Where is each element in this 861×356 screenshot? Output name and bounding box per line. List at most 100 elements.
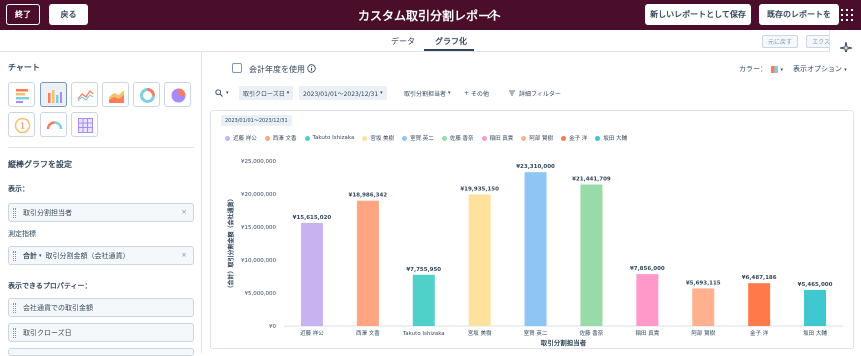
- chart-type-horizontal-bar[interactable]: [8, 82, 35, 107]
- bar-value-label: ¥19,935,150: [460, 186, 499, 192]
- legend-item[interactable]: Takuto Ishizaka: [304, 133, 354, 143]
- legend-item[interactable]: 佐藤 香奈: [441, 133, 474, 143]
- config-title: 縦棒グラフを設定: [8, 160, 72, 169]
- main-panel: 会計年度を使用 カラー： ▾ 表示オプション ▾ ▾ 取引クローズ日 ▾ 202…: [203, 52, 861, 353]
- fiscal-year-checkbox[interactable]: [232, 63, 242, 73]
- bar[interactable]: [468, 194, 491, 326]
- save-as-new-button[interactable]: 新しいレポートとして保存: [645, 4, 751, 25]
- legend-swatch: [521, 135, 527, 141]
- legend-item[interactable]: 室賀 英二: [402, 133, 434, 143]
- legend-label: 近藤 祥公: [233, 136, 257, 142]
- chart-type-line[interactable]: [71, 82, 98, 107]
- tab-graph[interactable]: グラフ化: [435, 36, 467, 47]
- exit-button[interactable]: 終了: [6, 4, 40, 25]
- bar-value-label: ¥21,441,709: [572, 176, 611, 182]
- close-date-filter-label: 取引クローズ日: [243, 90, 285, 98]
- x-axis-title: 取引分割担当者: [541, 338, 587, 347]
- legend-label: 稲田 真貴: [489, 136, 514, 142]
- pencil-icon[interactable]: [487, 9, 497, 19]
- bar[interactable]: [300, 222, 323, 326]
- y-tick-label: ¥0: [269, 324, 276, 330]
- y-tick-label: ¥15,000,000: [241, 225, 276, 231]
- back-button[interactable]: 戻る: [49, 4, 88, 25]
- bar[interactable]: [580, 184, 603, 326]
- property-field[interactable]: 取引クローズ日: [8, 323, 194, 342]
- property-field[interactable]: 会社通貨での取引金額: [8, 298, 194, 317]
- bar[interactable]: [692, 288, 715, 326]
- bar[interactable]: [412, 274, 435, 326]
- info-icon[interactable]: [307, 64, 316, 73]
- more-filters[interactable]: + その他: [460, 86, 493, 100]
- search-filter[interactable]: ▾: [211, 86, 233, 100]
- property-field[interactable]: [8, 348, 194, 356]
- bar-chart: ¥0 ¥5,000,000 ¥10,000,000 ¥15,000,000 ¥20,00…: [227, 159, 843, 347]
- display-options-menu[interactable]: 表示オプション ▾: [793, 64, 847, 74]
- chart-card: 2023/01/01〜2023/12/31 近藤 祥公 西澤 文香 Takuto I…: [210, 110, 854, 349]
- drag-handle-icon[interactable]: [13, 208, 16, 218]
- legend-label: 室賀 英二: [410, 136, 434, 142]
- legend-swatch: [304, 135, 310, 141]
- legend-swatch: [481, 135, 487, 141]
- legend-label: 金子 洋: [569, 136, 588, 142]
- filter-icon: [509, 90, 515, 96]
- legend-item[interactable]: 西澤 文香: [264, 133, 297, 143]
- bar[interactable]: [748, 283, 771, 326]
- remove-icon[interactable]: ×: [181, 251, 187, 259]
- donut-chart-icon: [140, 88, 155, 103]
- date-range-filter[interactable]: 2023/01/01〜2023/12/31 ▾: [299, 86, 387, 100]
- grid-menu-icon[interactable]: [840, 8, 854, 22]
- advanced-filter[interactable]: 詳細フィルター: [504, 86, 565, 100]
- legend-item[interactable]: 坂田 大輔: [595, 133, 627, 143]
- drag-handle-icon[interactable]: [13, 303, 16, 313]
- color-label: カラー：: [739, 65, 767, 73]
- chevron-down-icon: ▾: [226, 90, 229, 96]
- line-chart-icon: [77, 90, 94, 102]
- property-field-value: 会社通貨での取引金額: [23, 303, 93, 312]
- tab-data[interactable]: データ: [391, 36, 415, 47]
- bar[interactable]: [804, 289, 827, 326]
- save-existing-button[interactable]: 既存のレポートを: [759, 4, 839, 25]
- remove-icon[interactable]: ×: [181, 208, 187, 216]
- y-axis-title: （合計）取引分割金額（会社通貨）: [227, 195, 235, 291]
- chevron-down-icon: ▾: [286, 90, 290, 96]
- legend-item[interactable]: 阿部 賢樹: [521, 133, 553, 143]
- chart-type-donut[interactable]: [133, 82, 160, 107]
- bar[interactable]: [636, 274, 659, 326]
- measure-field[interactable]: 合計 ▾ 取引分割金額（会社通貨） ×: [8, 246, 194, 265]
- chart-type-area[interactable]: [102, 82, 129, 107]
- chevron-down-icon[interactable]: ▾: [39, 253, 42, 259]
- chart-type-kpi[interactable]: 1: [8, 112, 35, 137]
- area-chart-icon: [109, 90, 124, 103]
- kpi-chart-icon: 1: [14, 117, 31, 134]
- legend-item[interactable]: 稲田 真貴: [481, 133, 514, 143]
- legend-item[interactable]: 金子 洋: [561, 133, 587, 143]
- date-range-chip: 2023/01/01〜2023/12/31: [221, 115, 292, 126]
- legend-item[interactable]: 宮坂 美樹: [362, 133, 394, 143]
- x-tick-label: 室賀 英二: [524, 329, 548, 337]
- x-tick-label: 阿部 賢樹: [691, 329, 715, 337]
- x-tick-label: 宮坂 美樹: [468, 329, 492, 337]
- legend-item[interactable]: 近藤 祥公: [225, 133, 257, 143]
- legend-swatch: [561, 135, 567, 141]
- legend-swatch: [264, 135, 270, 141]
- bar[interactable]: [356, 200, 379, 326]
- chart-type-pie[interactable]: [164, 82, 191, 107]
- bar[interactable]: [524, 172, 547, 326]
- chart-type-vertical-bar[interactable]: [40, 82, 67, 107]
- y-tick-label: ¥25,000,000: [241, 159, 276, 165]
- owner-filter[interactable]: 取引分割担当者 ▾: [400, 86, 455, 100]
- legend-swatch: [362, 135, 368, 141]
- drag-handle-icon[interactable]: [13, 328, 16, 338]
- drag-handle-icon[interactable]: [13, 251, 16, 261]
- chart-section-title: チャート: [8, 63, 40, 72]
- chart-type-gauge[interactable]: [40, 112, 67, 137]
- close-date-filter[interactable]: 取引クローズ日 ▾: [239, 86, 294, 100]
- color-selector[interactable]: カラー： ▾: [739, 64, 783, 74]
- plus-icon: +: [464, 89, 470, 97]
- chart-type-table[interactable]: [71, 112, 98, 137]
- undo-button[interactable]: 元に戻す: [762, 35, 798, 48]
- aggregation-select[interactable]: 合計: [23, 251, 37, 261]
- chevron-down-icon: ▾: [780, 67, 783, 73]
- display-field[interactable]: 取引分割担当者 ×: [8, 203, 194, 222]
- measure-field-value: 取引分割金額（会社通貨）: [45, 251, 130, 260]
